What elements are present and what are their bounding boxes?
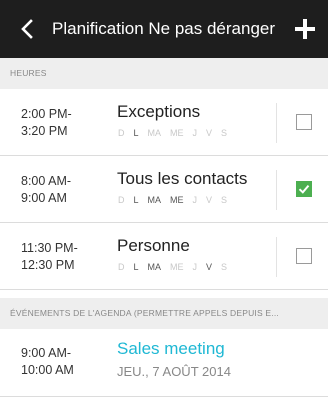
schedule-time: 8:00 AM- 9:00 AM bbox=[21, 173, 71, 207]
schedule-start: 8:00 AM- bbox=[21, 174, 72, 188]
schedule-end: 9:00 AM bbox=[21, 191, 67, 205]
schedule-checkbox[interactable] bbox=[296, 181, 312, 197]
event-time: 9:00 AM- 10:00 AM bbox=[21, 345, 74, 379]
event-title: Sales meeting bbox=[117, 339, 225, 358]
page-title: Planification Ne pas déranger bbox=[52, 19, 276, 38]
schedule-name: Tous les contacts bbox=[117, 169, 248, 188]
event-row[interactable]: 9:00 AM- 10:00 AM Sales meeting JEU., 7 … bbox=[0, 329, 328, 397]
event-start: 9:00 AM- bbox=[21, 346, 72, 360]
chevron-left-icon bbox=[21, 19, 33, 39]
schedule-row[interactable]: 8:00 AM- 9:00 AM Tous les contacts D L MA ME J V… bbox=[0, 156, 328, 223]
day-label: J bbox=[192, 195, 198, 205]
day-label: D bbox=[118, 262, 125, 272]
checkmark-icon bbox=[298, 184, 310, 194]
day-label: MA bbox=[147, 128, 162, 138]
day-label: L bbox=[133, 128, 139, 138]
day-label: ME bbox=[170, 195, 184, 205]
section-header-hours: HEURES bbox=[0, 58, 328, 89]
day-label: L bbox=[133, 262, 139, 272]
schedule-end: 12:30 PM bbox=[21, 258, 75, 272]
day-label: D bbox=[118, 128, 125, 138]
day-label: J bbox=[192, 262, 198, 272]
schedule-checkbox[interactable] bbox=[296, 114, 312, 130]
schedule-days: D L MA ME J V S bbox=[118, 262, 236, 272]
schedule-days: D L MA ME J V S bbox=[118, 128, 236, 138]
action-bar: Planification Ne pas déranger bbox=[0, 0, 328, 58]
schedule-start: 11:30 PM- bbox=[21, 241, 78, 255]
schedule-time: 2:00 PM- 3:20 PM bbox=[21, 106, 72, 140]
section-header-events: ÉVÉNEMENTS DE L'AGENDA (PERMETTRE APPELS… bbox=[0, 298, 328, 329]
add-button[interactable] bbox=[292, 16, 318, 42]
row-divider bbox=[276, 237, 277, 277]
schedule-row[interactable]: 2:00 PM- 3:20 PM Exceptions D L MA ME J V S bbox=[0, 89, 328, 156]
event-end: 10:00 AM bbox=[21, 363, 74, 377]
day-label: S bbox=[221, 262, 228, 272]
schedule-name: Personne bbox=[117, 236, 190, 255]
schedule-end: 3:20 PM bbox=[21, 124, 68, 138]
plus-icon bbox=[295, 19, 315, 39]
day-label: J bbox=[192, 128, 198, 138]
schedule-start: 2:00 PM- bbox=[21, 107, 72, 121]
schedule-checkbox[interactable] bbox=[296, 248, 312, 264]
day-label: ME bbox=[170, 128, 184, 138]
row-divider bbox=[276, 103, 277, 143]
schedule-row[interactable]: 11:30 PM- 12:30 PM Personne D L MA ME J V S bbox=[0, 223, 328, 290]
day-label: V bbox=[206, 128, 213, 138]
day-label: ME bbox=[170, 262, 184, 272]
day-label: V bbox=[206, 195, 213, 205]
day-label: D bbox=[118, 195, 125, 205]
day-label: V bbox=[206, 262, 213, 272]
day-label: MA bbox=[147, 195, 162, 205]
day-label: S bbox=[221, 128, 228, 138]
schedule-days: D L MA ME J V S bbox=[118, 195, 236, 205]
schedule-time: 11:30 PM- 12:30 PM bbox=[21, 240, 78, 274]
row-divider bbox=[276, 170, 277, 210]
day-label: L bbox=[133, 195, 139, 205]
back-button[interactable] bbox=[16, 17, 38, 41]
event-date: JEU., 7 AOÛT 2014 bbox=[117, 364, 231, 379]
schedule-name: Exceptions bbox=[117, 102, 201, 121]
day-label: MA bbox=[147, 262, 162, 272]
day-label: S bbox=[221, 195, 228, 205]
